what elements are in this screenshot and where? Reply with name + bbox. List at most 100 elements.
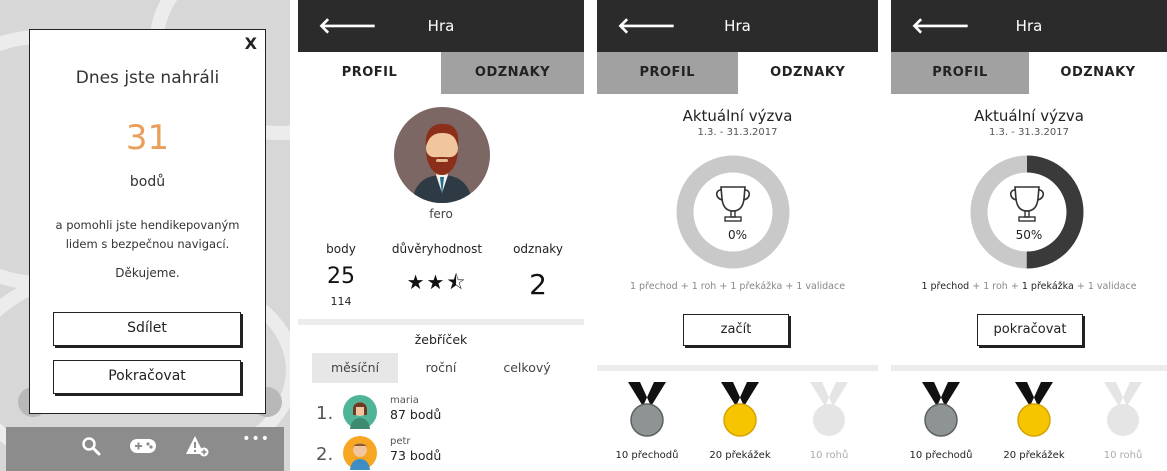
warning-add-icon[interactable] <box>185 435 209 463</box>
badges-label: odznaky <box>513 242 563 256</box>
challenge-percent: 0% <box>727 228 748 242</box>
divider <box>298 319 584 325</box>
player-points: 73 bodů <box>390 448 442 463</box>
medal-icon-empty <box>810 382 848 436</box>
points-value: 25 <box>327 264 355 289</box>
medal-label: 10 přechodů <box>615 450 679 461</box>
medal-icon-gray <box>628 382 666 437</box>
dialog-title: Dnes jste nahráli <box>75 68 220 88</box>
app-header: 🡐 Hra <box>597 0 878 52</box>
plus-separator: + <box>1076 281 1085 292</box>
tab-profile[interactable]: PROFIL <box>891 52 1029 94</box>
avatar <box>394 107 490 203</box>
tab-yearly[interactable]: roční <box>398 353 484 383</box>
tab-badges[interactable]: ODZNAKY <box>738 52 879 94</box>
req-crossing: 1 přechod <box>921 281 970 292</box>
header-title: Hra <box>724 17 751 35</box>
avatar <box>343 395 377 429</box>
points-label: body <box>326 242 356 256</box>
badges-screen: 🡐 Hra PROFIL ODZNAKY Aktuální výzva 1.3.… <box>891 0 1167 471</box>
medal-icon-gold <box>721 382 759 437</box>
challenge-dates: 1.3. - 31.3.2017 <box>989 127 1069 138</box>
req-validation: 1 validace <box>796 281 846 292</box>
medal-icon-gold <box>1015 382 1053 437</box>
challenge-dates: 1.3. - 31.3.2017 <box>697 127 778 138</box>
profile-screen: 🡐 Hra PROFIL ODZNAKY fero body důvěryhod… <box>298 0 584 471</box>
tab-badges[interactable]: ODZNAKY <box>1029 52 1167 94</box>
points-dialog: X Dnes jste nahráli 31 bodů a pomohli js… <box>29 29 266 414</box>
bottom-toolbar: ••• <box>6 427 284 471</box>
tab-badges[interactable]: ODZNAKY <box>441 52 584 94</box>
plus-separator: + <box>972 281 981 292</box>
player-name: petr <box>390 436 411 447</box>
continue-button[interactable]: Pokračovat <box>53 360 241 394</box>
plus-separator: + <box>1010 281 1019 292</box>
tab-profile[interactable]: PROFIL <box>298 52 441 94</box>
tab-bar: PROFIL ODZNAKY <box>298 52 584 94</box>
header-title: Hra <box>427 17 455 35</box>
req-obstacle: 1 překážka <box>730 281 783 292</box>
player-name: maria <box>390 395 419 406</box>
divider <box>891 365 1167 371</box>
share-button[interactable]: Sdílet <box>53 312 241 346</box>
continue-challenge-button[interactable]: pokračovat <box>977 314 1083 346</box>
req-corner: 1 roh <box>983 281 1008 292</box>
trust-stars: ★★⯪ <box>406 270 468 294</box>
challenge-title: Aktuální výzva <box>682 107 793 125</box>
plus-separator: + <box>719 281 728 292</box>
tab-bar: PROFIL ODZNAKY <box>891 52 1167 94</box>
trophy-icon <box>715 186 751 222</box>
medal-icon-gray <box>922 382 960 437</box>
req-obstacle: 1 překážka <box>1021 281 1074 292</box>
points-unit: bodů <box>129 174 166 190</box>
challenge-progress-ring <box>676 155 790 269</box>
medal-label: 10 rohů <box>1103 450 1143 461</box>
results-screen: ••• X Dnes jste nahráli 31 bodů a pomohl… <box>0 0 290 471</box>
plus-separator: + <box>680 281 689 292</box>
player-points: 87 bodů <box>390 407 442 422</box>
rank-number: 1. <box>316 403 334 424</box>
rank-number: 2. <box>316 444 334 465</box>
challenge-progress-ring <box>970 155 1084 269</box>
leaderboard-period-tabs: měsíční roční celkový <box>312 353 570 383</box>
points-value: 31 <box>125 118 170 158</box>
challenge-percent: 50% <box>1015 228 1043 242</box>
badges-screen: 🡐 Hra PROFIL ODZNAKY Aktuální výzva 1.3.… <box>597 0 878 471</box>
challenge-title: Aktuální výzva <box>974 107 1084 125</box>
medal-icon-empty <box>1104 382 1142 436</box>
medal-label: 10 přechodů <box>909 450 973 461</box>
thanks-text: Děkujeme. <box>115 266 180 280</box>
req-validation: 1 validace <box>1087 281 1137 292</box>
tab-overall[interactable]: celkový <box>484 353 570 383</box>
points-total: 114 <box>330 295 352 308</box>
divider <box>597 365 878 371</box>
medal-label: 20 překážek <box>709 450 771 461</box>
header-title: Hra <box>1015 17 1043 35</box>
leaderboard-row[interactable]: 2. petr 73 bodů <box>316 436 516 471</box>
tab-profile[interactable]: PROFIL <box>597 52 738 94</box>
medal-label: 20 překážek <box>1003 450 1065 461</box>
tab-bar: PROFIL ODZNAKY <box>597 52 878 94</box>
profile-name: fero <box>429 207 453 221</box>
plus-separator: + <box>785 281 794 292</box>
close-icon[interactable]: X <box>245 34 257 53</box>
leaderboard-row[interactable]: 1. maria 87 bodů <box>316 395 516 435</box>
leaderboard-title: žebříček <box>414 332 468 347</box>
trust-label: důvěryhodnost <box>391 242 483 256</box>
search-icon[interactable] <box>81 436 101 462</box>
challenge-requirements: 1 přechod + 1 roh + 1 překážka + 1 valid… <box>597 281 878 292</box>
badges-count: 2 <box>529 268 547 301</box>
gamepad-icon[interactable] <box>129 436 157 462</box>
challenge-requirements: 1 přechod + 1 roh + 1 překážka + 1 valid… <box>891 281 1167 292</box>
app-header: 🡐 Hra <box>891 0 1167 52</box>
more-icon[interactable]: ••• <box>242 431 270 447</box>
start-button[interactable]: začít <box>683 314 789 346</box>
app-header: 🡐 Hra <box>298 0 584 52</box>
trophy-icon <box>1009 186 1045 222</box>
req-corner: 1 roh <box>691 281 717 292</box>
req-crossing: 1 přechod <box>629 281 678 292</box>
dialog-message: a pomohli jste hendikepovaným lidem s be… <box>55 218 240 251</box>
avatar <box>343 436 377 470</box>
medal-label: 10 rohů <box>809 450 849 461</box>
tab-monthly[interactable]: měsíční <box>312 353 398 383</box>
